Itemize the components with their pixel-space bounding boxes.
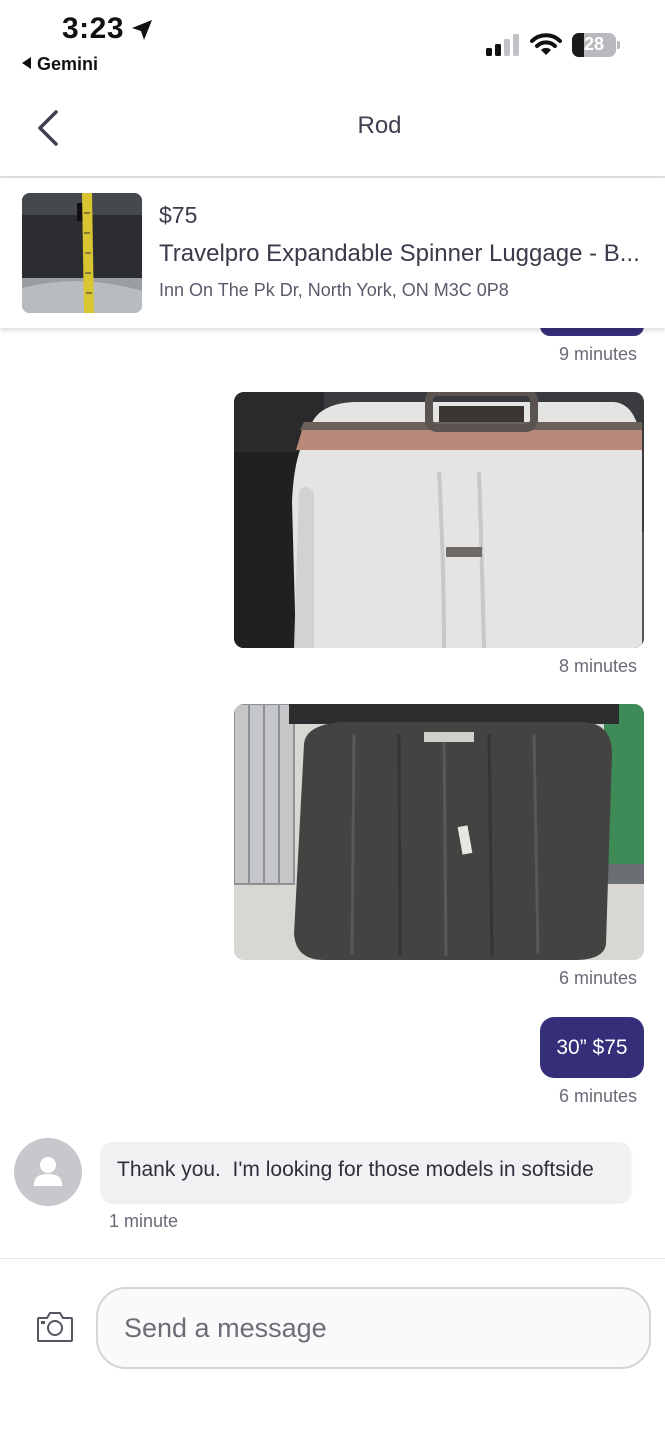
message-time: 6 minutes (558, 968, 637, 988)
message-composer (0, 1258, 665, 1440)
message-time: 6 minutes (558, 1086, 637, 1106)
message-input[interactable] (96, 1287, 651, 1369)
contact-name: Rod (357, 112, 402, 139)
listing-thumbnail[interactable] (22, 193, 142, 313)
location-arrow-icon (132, 20, 152, 40)
listing-price: $75 (159, 202, 198, 228)
signal-icon (486, 34, 519, 56)
listing-address: Inn On The Pk Dr, North York, ON M3C 0P8 (159, 280, 509, 300)
photo-message[interactable] (234, 392, 644, 648)
photo-message[interactable] (234, 704, 644, 960)
back-app-label: Gemini (37, 54, 99, 74)
status-time: 3:23 (62, 12, 125, 45)
luggage-photo-thumb (22, 193, 142, 313)
message-time: 1 minute (109, 1211, 179, 1231)
sent-message-bubble[interactable]: 30” $75 (540, 1017, 644, 1078)
camera-icon[interactable] (36, 1309, 74, 1343)
white-suitcase-photo (234, 392, 644, 648)
wifi-icon (530, 33, 562, 55)
listing-card[interactable]: $75 Travelpro Expandable Spinner Luggage… (0, 178, 665, 328)
message-time: 9 minutes (558, 344, 637, 364)
avatar-person-icon (34, 1157, 62, 1186)
avatar[interactable] (14, 1138, 82, 1206)
back-to-app-link[interactable]: Gemini (22, 54, 98, 75)
black-suitcase-photo (234, 704, 644, 960)
back-triangle-icon (22, 57, 31, 69)
message-time: 8 minutes (558, 656, 637, 676)
status-bar: 3:23 Gemini 28 (0, 0, 665, 84)
chat-header: Rod (0, 84, 665, 178)
battery-icon: 28 (572, 33, 620, 57)
received-message-bubble[interactable]: Thank you. I'm looking for those models … (101, 1142, 631, 1202)
listing-title: Travelpro Expandable Spinner Luggage - B… (159, 240, 640, 267)
battery-percent: 28 (583, 34, 605, 54)
